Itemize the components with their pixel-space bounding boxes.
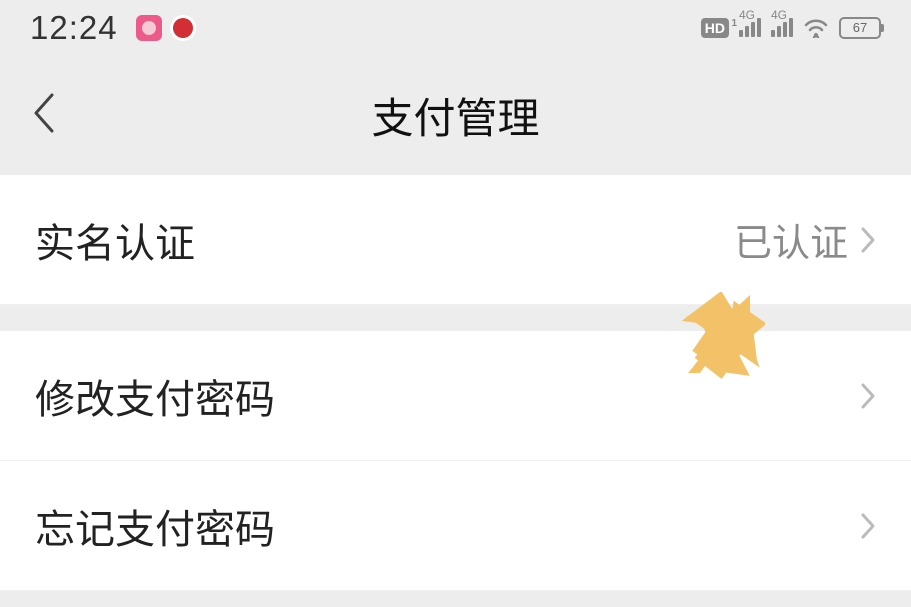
- chevron-right-icon: [860, 226, 876, 254]
- chevron-left-icon: [30, 89, 58, 137]
- page-title: 支付管理: [371, 85, 539, 146]
- status-app-icons: [136, 15, 196, 41]
- item-value: 已认证: [734, 212, 848, 267]
- nav-bar: 支付管理: [0, 55, 911, 175]
- battery-icon: 67: [839, 17, 881, 39]
- list-item-identity-verification[interactable]: 实名认证 已认证: [0, 175, 911, 305]
- status-time: 12:24: [30, 9, 118, 47]
- notification-app-icon-1: [136, 15, 162, 41]
- notification-app-icon-2: [170, 15, 196, 41]
- status-indicators: HD 4G 4G 67: [701, 17, 881, 39]
- list-separator: [0, 305, 911, 331]
- item-label: 实名认证: [35, 211, 195, 269]
- signal-icon-2: 4G: [771, 18, 793, 37]
- chevron-right-icon: [860, 382, 876, 410]
- back-button[interactable]: [30, 89, 58, 142]
- item-label: 修改支付密码: [35, 367, 275, 425]
- signal-icon-1: 4G: [739, 18, 761, 37]
- hd-icon: HD: [701, 18, 729, 38]
- status-bar: 12:24 HD 4G 4G 67: [0, 0, 911, 55]
- item-label: 忘记支付密码: [35, 497, 275, 555]
- battery-percent: 67: [853, 20, 867, 35]
- list-item-change-password[interactable]: 修改支付密码: [0, 331, 911, 461]
- list-item-forgot-password[interactable]: 忘记支付密码: [0, 461, 911, 591]
- wifi-icon: [803, 18, 829, 38]
- chevron-right-icon: [860, 512, 876, 540]
